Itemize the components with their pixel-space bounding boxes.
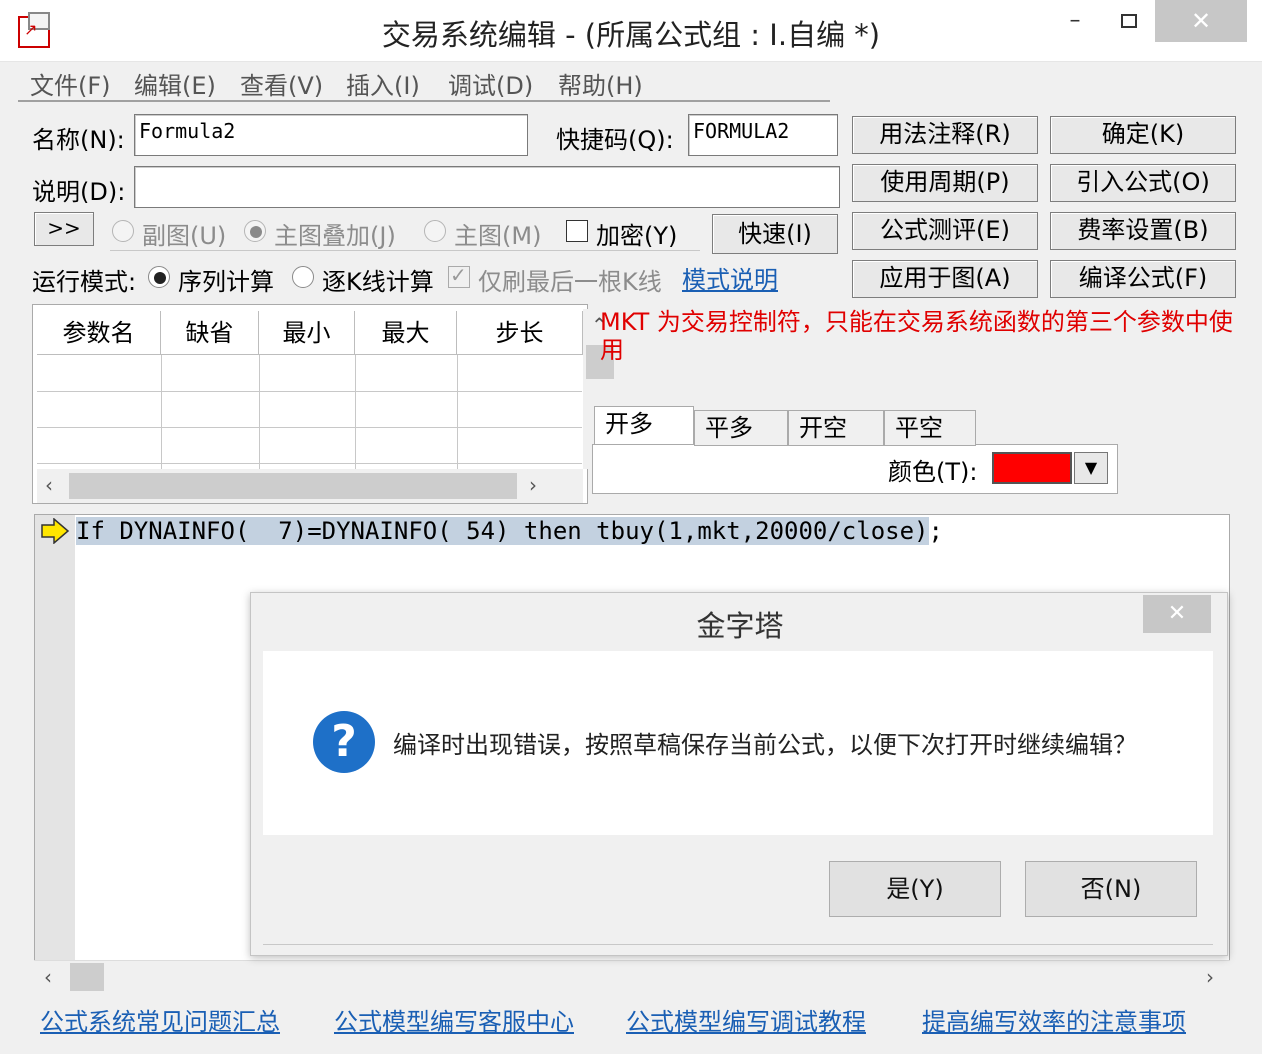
chevron-left-icon[interactable]: ‹ [45,473,53,497]
overlay-label: 主图叠加(J) [274,222,396,250]
fee-settings-button[interactable]: 费率设置(B) [1050,212,1236,250]
dialog-close-button[interactable]: ✕ [1143,595,1211,633]
ok-button[interactable]: 确定(K) [1050,116,1236,154]
tick-calc-radio[interactable] [292,266,314,288]
tab-open-short[interactable]: 开空 [788,410,884,446]
close-button[interactable]: ✕ [1155,0,1247,42]
editor-horizontal-scrollbar[interactable]: ‹ › [34,960,1230,992]
main-chart-radio[interactable] [424,220,446,242]
faq-link[interactable]: 公式系统常见问题汇总 [40,1002,280,1037]
overlay-radio[interactable] [244,220,266,242]
scroll-thumb[interactable] [70,963,104,991]
encrypt-checkbox[interactable] [566,220,588,242]
grid-line [355,355,356,469]
maximize-icon [1121,14,1137,28]
name-input[interactable]: Formula2 [134,114,528,156]
tab-open-long[interactable]: 开多 [594,406,694,444]
last-bar-label: 仅刷最后一根K线 [478,268,662,296]
menu-edit[interactable]: 编辑(E) [134,66,216,101]
run-mode-label: 运行模式: [32,268,137,296]
compile-formula-button[interactable]: 编译公式(F) [1050,260,1236,298]
tick-calc-label: 逐K线计算 [322,268,434,296]
caret-down-icon: ▼ [1084,458,1098,477]
color-label: 颜色(T): [888,458,978,486]
menu-help[interactable]: 帮助(H) [558,66,643,101]
question-icon: ? [313,711,375,773]
code-line[interactable]: If DYNAINFO( 7)=DYNAINFO( 54) then tbuy(… [76,516,943,546]
seq-calc-label: 序列计算 [178,268,274,296]
dialog-message: 编译时出现错误，按照草稿保存当前公式，以便下次打开时继续编辑？ [393,731,1137,759]
encrypt-label: 加密(Y) [596,222,678,250]
menu-file[interactable]: 文件(F) [30,66,111,101]
column-header-min[interactable]: 最小 [259,311,355,355]
title-bar: 交易系统编辑 - (所属公式组 : I.自编 *) – ✕ [0,0,1262,62]
color-dropdown-button[interactable]: ▼ [1074,452,1108,484]
desc-input[interactable] [134,166,840,208]
apply-to-chart-button[interactable]: 应用于图(A) [852,260,1038,298]
yes-button[interactable]: 是(Y) [829,861,1001,917]
params-table[interactable]: 参数名 缺省 最小 最大 步长 ⌃ ⌄ ‹ › [32,304,617,504]
code-highlight: If DYNAINFO( 7)=DYNAINFO( 54) then tbuy(… [76,517,929,545]
debug-tutorial-link[interactable]: 公式模型编写调试教程 [626,1002,866,1037]
tab-close-long[interactable]: 平多 [694,410,788,446]
mkt-message: MKT 为交易控制符，只能在交易系统函数的第三个参数中使用 [600,308,1233,364]
menu-bar: 文件(F) 编辑(E) 查看(V) 插入(I) 调试(D) 帮助(H) [18,62,830,102]
scroll-thumb[interactable] [69,473,517,499]
chevron-left-icon[interactable]: ‹ [44,965,52,989]
column-header-step[interactable]: 步长 [457,311,583,355]
usage-notes-button[interactable]: 用法注释(R) [852,116,1038,154]
usage-period-button[interactable]: 使用周期(P) [852,164,1038,202]
shortcut-label: 快捷码(Q): [556,126,674,154]
chevron-right-icon[interactable]: › [529,473,537,497]
tab-close-short[interactable]: 平空 [884,410,976,446]
menu-insert[interactable]: 插入(I) [346,66,420,101]
menu-view[interactable]: 查看(V) [240,66,323,101]
column-header-name[interactable]: 参数名 [37,311,161,355]
efficiency-tips-link[interactable]: 提高编写效率的注意事项 [922,1002,1186,1037]
expand-button[interactable]: >> [34,212,94,246]
desc-label: 说明(D): [32,178,126,206]
grid-line [37,427,582,428]
maximize-button[interactable] [1100,0,1158,42]
sub-chart-radio[interactable] [112,220,134,242]
shortcut-input[interactable]: FORMULA2 [688,114,838,156]
formula-evaluate-button[interactable]: 公式测评(E) [852,212,1038,250]
column-header-default[interactable]: 缺省 [161,311,259,355]
current-line-arrow-icon [41,518,70,544]
seq-calc-radio[interactable] [148,266,170,288]
last-bar-checkbox[interactable] [448,263,470,288]
mode-help-link[interactable]: 模式说明 [682,260,778,295]
grid-line [37,463,582,464]
support-center-link[interactable]: 公式模型编写客服中心 [334,1002,574,1037]
minimize-button[interactable]: – [1046,0,1104,42]
horizontal-scrollbar[interactable]: ‹ › [37,469,583,503]
no-button[interactable]: 否(N) [1025,861,1197,917]
sub-chart-label: 副图(U) [142,222,227,250]
grid-line [259,355,260,469]
grid-line [457,355,458,469]
grid-line [37,391,582,392]
code-tail: ; [928,517,943,545]
import-formula-button[interactable]: 引入公式(O) [1050,164,1236,202]
dialog-title: 金字塔 [696,609,784,643]
color-swatch[interactable] [992,452,1072,484]
name-label: 名称(N): [32,126,125,154]
grid-line [161,355,162,469]
main-chart-label: 主图(M) [454,222,542,250]
editor-gutter [35,515,75,961]
column-header-max[interactable]: 最大 [355,311,457,355]
fast-button[interactable]: 快速(I) [712,214,838,254]
menu-debug[interactable]: 调试(D) [448,66,533,101]
chevron-right-icon[interactable]: › [1206,965,1214,989]
confirm-dialog: 金字塔 ✕ ? 编译时出现错误，按照草稿保存当前公式，以便下次打开时继续编辑？ … [250,592,1228,956]
